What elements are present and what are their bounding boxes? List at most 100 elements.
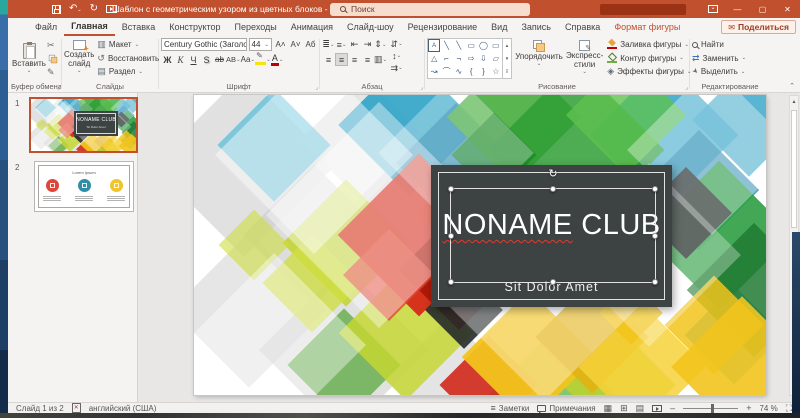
new-slide-button[interactable]: Создать слайд ⌄	[64, 38, 94, 75]
slide-2-thumbnail[interactable]: Lorem Ipsum	[34, 161, 134, 212]
line-spacing-button[interactable]: ⇕⌄	[374, 38, 387, 51]
gallery-more-icon[interactable]: ⊽	[503, 65, 511, 78]
drawing-dialog-launcher[interactable]: ⌟	[685, 84, 688, 91]
align-center-button[interactable]: ≡	[335, 53, 348, 66]
zoom-slider[interactable]	[683, 408, 738, 409]
comments-button[interactable]: Примечания	[537, 404, 595, 413]
arrange-button[interactable]: Упорядочить ⌄	[516, 38, 562, 68]
search-box[interactable]: Поиск	[330, 3, 530, 16]
tab-design[interactable]: Конструктор	[162, 18, 227, 36]
tab-transitions[interactable]: Переходы	[228, 18, 284, 36]
bold-button[interactable]: Ж	[161, 53, 174, 66]
highlight-button[interactable]: ⌄	[255, 53, 271, 66]
strikethrough-button[interactable]: ab	[213, 53, 226, 66]
increase-indent-button[interactable]: ⇥	[361, 38, 374, 51]
bullets-button[interactable]: ≣⌄	[322, 38, 335, 51]
scrollbar-thumb[interactable]	[791, 110, 797, 228]
numbering-button[interactable]: ≡⌄	[335, 38, 348, 51]
font-color-button[interactable]: А⌄	[271, 53, 284, 66]
slide-editor[interactable]: NONAME CLUB Sit Dolor Amet ↻	[194, 95, 766, 395]
grow-font-button[interactable]: А˄	[274, 38, 287, 51]
align-left-button[interactable]: ≡	[322, 53, 335, 66]
paste-button[interactable]: Вставить ⌄	[13, 41, 45, 75]
resize-handle-left[interactable]	[448, 233, 454, 239]
paragraph-dialog-launcher[interactable]: ⌟	[420, 84, 423, 91]
zoom-slider-thumb[interactable]	[711, 404, 714, 413]
shapes-gallery[interactable]: А ╲╲ ▭◯ ▭△ ⌐¬ ⇨⇩ ▱↝ ⌒∿ {} ☆	[427, 38, 503, 79]
gallery-up-icon[interactable]: ▲	[503, 39, 511, 52]
align-right-button[interactable]: ≡	[348, 53, 361, 66]
rotate-handle[interactable]: ↻	[547, 168, 559, 180]
notes-button[interactable]: ≡Заметки	[491, 403, 530, 413]
cut-icon[interactable]: ✂	[47, 41, 59, 50]
slide-sorter-view-button[interactable]: ⊞	[620, 403, 628, 413]
text-shadow-button[interactable]: S	[200, 53, 213, 66]
shrink-font-button[interactable]: А˅	[289, 38, 302, 51]
redo-icon[interactable]: ↻	[90, 4, 98, 14]
copy-icon[interactable]	[49, 55, 57, 63]
tab-insert[interactable]: Вставка	[115, 18, 162, 36]
tab-file[interactable]: Файл	[28, 18, 64, 36]
shape-outline-button[interactable]: Контур фигуры⌄	[607, 52, 691, 66]
decrease-indent-button[interactable]: ⇤	[348, 38, 361, 51]
close-button[interactable]: ✕	[775, 0, 800, 18]
slideshow-view-button[interactable]	[652, 405, 662, 412]
justify-button[interactable]: ≡	[361, 53, 374, 66]
underline-button[interactable]: Ч	[187, 53, 200, 66]
slide-1-thumbnail[interactable]: NONAME CLUB Sit Dolor Amet	[29, 97, 138, 153]
tab-shape-format[interactable]: Формат фигуры	[607, 18, 687, 36]
shape-fill-button[interactable]: Заливка фигуры⌄	[607, 38, 691, 52]
layout-button[interactable]: ▥Макет⌄	[97, 38, 159, 52]
language-indicator[interactable]: английский (США)	[89, 404, 157, 413]
tab-home[interactable]: Главная	[64, 18, 115, 36]
resize-handle-bottom-left[interactable]	[448, 279, 454, 285]
font-dialog-launcher[interactable]: ⌟	[315, 84, 318, 91]
shapes-gallery-scroll[interactable]: ▲ ▼ ⊽	[503, 38, 512, 79]
resize-handle-bottom-right[interactable]	[652, 279, 658, 285]
minimize-button[interactable]: —	[725, 0, 750, 18]
tab-animations[interactable]: Анимация	[284, 18, 340, 36]
quick-styles-button[interactable]: Экспресс-стили ⌄	[566, 38, 603, 76]
spellcheck-icon[interactable]: ✕	[72, 403, 81, 413]
tab-view[interactable]: Вид	[484, 18, 514, 36]
scroll-up-icon[interactable]: ▲	[792, 96, 797, 108]
replace-button[interactable]: ⇄Заменить⌄	[692, 52, 768, 66]
select-button[interactable]: ➤Выделить⌄	[692, 65, 768, 79]
section-button[interactable]: ▤Раздел⌄	[97, 65, 159, 79]
italic-button[interactable]: К	[174, 53, 187, 66]
columns-button[interactable]: ▥⌄	[374, 53, 387, 66]
share-button[interactable]: ✉ Поделиться	[721, 20, 796, 34]
zoom-out-button[interactable]: –	[670, 403, 675, 413]
account-badge[interactable]	[600, 4, 686, 15]
resize-handle-bottom[interactable]	[550, 279, 556, 285]
resize-handle-top-right[interactable]	[652, 186, 658, 192]
shape-effects-button[interactable]: ◈Эффекты фигуры⌄	[607, 65, 691, 79]
align-text-button[interactable]: ↕⌄	[390, 50, 403, 62]
tab-review[interactable]: Рецензирование	[401, 18, 485, 36]
resize-handle-right[interactable]	[652, 233, 658, 239]
tab-record[interactable]: Запись	[514, 18, 558, 36]
text-direction-button[interactable]: ⇵⌄	[390, 38, 403, 50]
font-family-select[interactable]: Century Gothic (Заголов⌄	[161, 38, 247, 51]
convert-smartart-button[interactable]: ⇉⌄	[390, 62, 403, 74]
find-button[interactable]: Найти	[692, 38, 768, 52]
gallery-down-icon[interactable]: ▼	[503, 52, 511, 65]
tab-help[interactable]: Справка	[558, 18, 607, 36]
maximize-button[interactable]: ▢	[750, 0, 775, 18]
character-spacing-button[interactable]: АВ⌄	[226, 53, 241, 66]
resize-handle-top[interactable]	[550, 186, 556, 192]
font-size-select[interactable]: 44⌄	[249, 38, 272, 51]
collapse-ribbon-button[interactable]: ⌃	[789, 82, 795, 90]
normal-view-button[interactable]: ▦	[604, 403, 613, 413]
format-painter-icon[interactable]: ✎	[47, 68, 59, 77]
ribbon-display-options-button[interactable]	[700, 0, 725, 18]
zoom-level[interactable]: 74 %	[759, 404, 777, 413]
zoom-in-button[interactable]: +	[746, 403, 751, 413]
change-case-button[interactable]: Аа⌄	[241, 53, 255, 66]
resize-handle-top-left[interactable]	[448, 186, 454, 192]
tab-slideshow[interactable]: Слайд-шоу	[340, 18, 401, 36]
undo-icon[interactable]: ↶⌄	[69, 4, 82, 15]
reset-button[interactable]: ↺Восстановить	[97, 52, 159, 66]
clear-formatting-button[interactable]: Аб	[304, 38, 317, 51]
reading-view-button[interactable]: ▤	[636, 403, 645, 413]
